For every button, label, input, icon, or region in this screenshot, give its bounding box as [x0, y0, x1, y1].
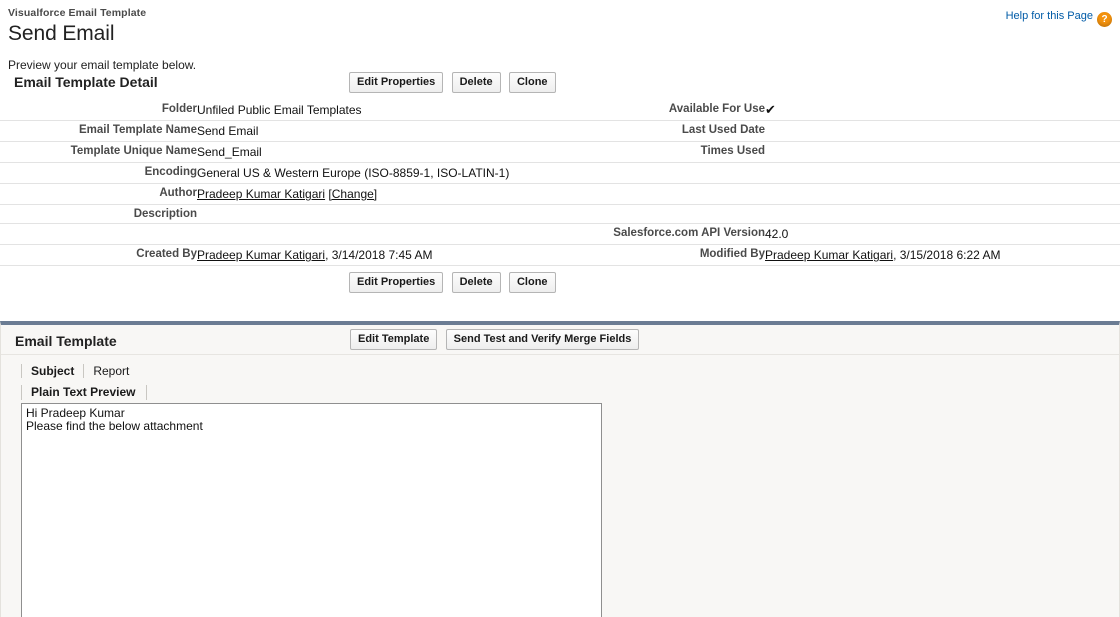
help-link-label: Help for this Page [1005, 10, 1093, 22]
email-template-panel-header: Email Template Edit Template Send Test a… [1, 325, 1119, 355]
field-label-folder: Folder [0, 100, 197, 121]
clone-button-top[interactable]: Clone [508, 72, 556, 93]
subject-label: Subject [21, 364, 84, 378]
preview-line: Please find the below attachment [26, 419, 203, 433]
field-label-blank-3 [560, 204, 765, 224]
plain-text-preview-label: Plain Text Preview [21, 385, 147, 400]
page-header: Visualforce Email Template Send Email Pr… [0, 0, 1120, 72]
modified-by-date: , 3/15/2018 6:22 AM [893, 248, 1001, 262]
created-by-date: , 3/14/2018 7:45 AM [325, 248, 433, 262]
table-row: Encoding General US & Western Europe (IS… [0, 162, 1120, 184]
delete-button-top[interactable]: Delete [451, 72, 501, 93]
table-row: Email Template Name Send Email Last Used… [0, 120, 1120, 142]
field-value-last-used-date [765, 120, 1120, 142]
email-template-panel-title: Email Template [15, 333, 117, 349]
field-label-description: Description [0, 204, 197, 224]
field-value-description [197, 204, 560, 224]
subject-row: Subject Report [1, 355, 1119, 378]
subject-value: Report [83, 364, 139, 378]
page-description: Preview your email template below. [8, 58, 197, 72]
field-label-encoding: Encoding [0, 162, 197, 184]
field-label-blank-4 [0, 223, 197, 245]
edit-properties-button-top[interactable]: Edit Properties [349, 72, 444, 93]
field-value-encoding: General US & Western Europe (ISO-8859-1,… [197, 162, 560, 184]
field-value-blank-2 [765, 183, 1120, 205]
help-icon[interactable]: ? [1097, 12, 1112, 27]
detail-section-header: Email Template Detail Edit Properties De… [0, 72, 1120, 100]
table-row: Author Pradeep Kumar Katigari [Change] [0, 183, 1120, 205]
author-change-link[interactable]: [Change] [328, 187, 377, 201]
field-label-api-version: Salesforce.com API Version [560, 223, 765, 245]
table-row: Template Unique Name Send_Email Times Us… [0, 141, 1120, 163]
field-value-created-by: Pradeep Kumar Katigari, 3/14/2018 7:45 A… [197, 244, 560, 266]
field-label-email-template-name: Email Template Name [0, 120, 197, 142]
field-label-blank-1 [560, 162, 765, 184]
field-value-blank-1 [765, 162, 1120, 184]
modified-by-link[interactable]: Pradeep Kumar Katigari [765, 248, 893, 262]
field-value-available-for-use: ✔ [765, 100, 1120, 121]
email-template-detail-section: Email Template Detail Edit Properties De… [0, 72, 1120, 303]
field-value-author: Pradeep Kumar Katigari [Change] [197, 183, 560, 205]
table-row: Created By Pradeep Kumar Katigari, 3/14/… [0, 244, 1120, 266]
field-label-author: Author [0, 183, 197, 205]
email-template-button-bar: Edit Template Send Test and Verify Merge… [350, 329, 640, 350]
table-row: Folder Unfiled Public Email Templates Av… [0, 100, 1120, 121]
checkmark-icon: ✔ [765, 102, 776, 117]
created-by-link[interactable]: Pradeep Kumar Katigari [197, 248, 325, 262]
help-for-this-page-link[interactable]: Help for this Page? [1006, 10, 1112, 27]
page-title: Send Email [8, 22, 115, 45]
detail-bottom-button-bar: Edit Properties Delete Clone [0, 266, 1120, 303]
edit-template-button[interactable]: Edit Template [350, 329, 438, 350]
table-row: Description [0, 204, 1120, 224]
field-label-blank-2 [560, 183, 765, 205]
field-label-times-used: Times Used [560, 141, 765, 163]
table-row-spacer: Salesforce.com API Version 42.0 [0, 223, 1120, 245]
field-value-blank-3 [765, 204, 1120, 224]
plain-text-preview-box: Hi Pradeep Kumar Please find the below a… [21, 403, 602, 617]
field-value-template-unique-name: Send_Email [197, 141, 560, 163]
field-label-modified-by: Modified By [560, 244, 765, 266]
field-value-modified-by: Pradeep Kumar Katigari, 3/15/2018 6:22 A… [765, 244, 1120, 266]
page-eyebrow: Visualforce Email Template [8, 7, 147, 19]
detail-table: Folder Unfiled Public Email Templates Av… [0, 100, 1120, 266]
send-test-and-verify-merge-fields-button[interactable]: Send Test and Verify Merge Fields [445, 329, 640, 350]
email-template-panel: Email Template Edit Template Send Test a… [0, 321, 1120, 617]
field-value-email-template-name: Send Email [197, 120, 560, 142]
edit-properties-button-bottom[interactable]: Edit Properties [349, 272, 444, 293]
field-label-created-by: Created By [0, 244, 197, 266]
detail-top-button-bar: Edit Properties Delete Clone [349, 72, 556, 93]
field-label-last-used-date: Last Used Date [560, 120, 765, 142]
field-value-folder: Unfiled Public Email Templates [197, 100, 560, 121]
field-value-times-used [765, 141, 1120, 163]
author-link[interactable]: Pradeep Kumar Katigari [197, 187, 325, 201]
clone-button-bottom[interactable]: Clone [508, 272, 556, 293]
field-value-blank-4 [197, 223, 560, 245]
detail-section-title: Email Template Detail [14, 74, 158, 90]
field-label-template-unique-name: Template Unique Name [0, 141, 197, 163]
field-label-available-for-use: Available For Use [560, 100, 765, 121]
field-value-api-version: 42.0 [765, 223, 1120, 245]
delete-button-bottom[interactable]: Delete [451, 272, 501, 293]
plain-text-preview-wrap: Plain Text Preview Hi Pradeep Kumar Plea… [1, 378, 1119, 617]
